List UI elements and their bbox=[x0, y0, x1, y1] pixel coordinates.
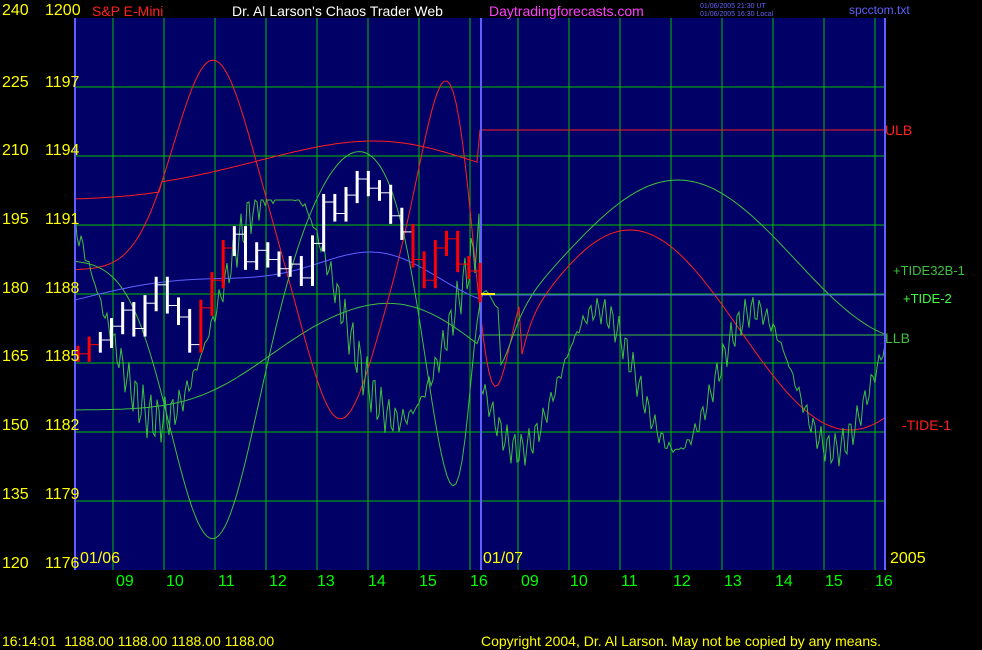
series-label-llb: LLB bbox=[885, 330, 910, 346]
left-axis-tick: 180 bbox=[2, 280, 29, 297]
left-axis-tick: 150 bbox=[2, 417, 29, 434]
date-label-day1: 01/06 bbox=[80, 550, 121, 567]
x-axis-tick: 13 bbox=[724, 573, 742, 590]
x-axis-tick: 09 bbox=[116, 573, 134, 590]
price-axis-tick: 1194 bbox=[45, 142, 80, 159]
series-label-tide2: +TIDE-2 bbox=[903, 291, 952, 306]
x-axis-tick: 14 bbox=[775, 573, 793, 590]
left-axis-tick: 195 bbox=[2, 211, 29, 228]
quote-readout: 16:14:01 1188.00 1188.00 1188.00 1188.00 bbox=[2, 633, 275, 649]
price-axis-tick: 1197 bbox=[45, 74, 80, 91]
series-label-tide1: -TIDE-1 bbox=[902, 417, 951, 433]
left-axis-tick: 240 bbox=[2, 2, 29, 19]
x-axis-tick: 16 bbox=[875, 573, 893, 590]
x-axis-tick: 11 bbox=[621, 573, 638, 590]
chart-window: S&P E-Mini Dr. Al Larson's Chaos Trader … bbox=[0, 0, 982, 650]
price-axis-tick: 1200 bbox=[45, 2, 81, 19]
x-axis-tick: 14 bbox=[368, 573, 386, 590]
site-url-link[interactable]: Daytradingforecasts.com bbox=[489, 4, 644, 18]
site-title: Dr. Al Larson's Chaos Trader Web bbox=[232, 3, 443, 19]
left-axis-tick: 120 bbox=[2, 555, 29, 572]
left-axis-tick: 225 bbox=[2, 74, 29, 91]
price-axis-tick: 1179 bbox=[45, 486, 80, 503]
price-axis-tick: 1185 bbox=[45, 348, 80, 365]
price-axis-tick: 1191 bbox=[45, 211, 80, 228]
series-label-ulb: ULB bbox=[885, 122, 913, 138]
left-axis-tick: 135 bbox=[2, 486, 29, 503]
copyright-notice: Copyright 2004, Dr. Al Larson. May not b… bbox=[481, 633, 882, 649]
left-axis-tick: 165 bbox=[2, 348, 29, 365]
local-timestamp: 01/06/2005 16:30 Local bbox=[700, 11, 774, 18]
x-axis-tick: 15 bbox=[825, 573, 843, 590]
series-label-tide32b: +TIDE32B-1 bbox=[893, 263, 965, 278]
file-name-label: spcctom.txt bbox=[849, 3, 910, 17]
price-axis-tick: 1188 bbox=[45, 280, 80, 297]
price-axis-tick: 1176 bbox=[45, 555, 80, 572]
x-axis-tick: 12 bbox=[269, 573, 287, 590]
x-axis-tick: 09 bbox=[521, 573, 539, 590]
price-axis-tick: 1182 bbox=[45, 417, 80, 434]
x-axis-tick: 15 bbox=[419, 573, 437, 590]
x-axis-tick: 10 bbox=[166, 573, 184, 590]
year-label: 2005 bbox=[890, 550, 926, 567]
left-axis-tick: 210 bbox=[2, 142, 29, 159]
ut-timestamp: 01/06/2005 21:30 UT bbox=[700, 3, 766, 10]
x-axis-tick: 13 bbox=[317, 573, 335, 590]
instrument-label: S&P E-Mini bbox=[92, 3, 164, 19]
date-label-day2: 01/07 bbox=[483, 550, 524, 567]
x-axis-tick: 16 bbox=[470, 573, 488, 590]
x-axis-tick: 10 bbox=[570, 573, 588, 590]
x-axis-tick: 11 bbox=[218, 573, 235, 590]
x-axis-tick: 12 bbox=[673, 573, 691, 590]
